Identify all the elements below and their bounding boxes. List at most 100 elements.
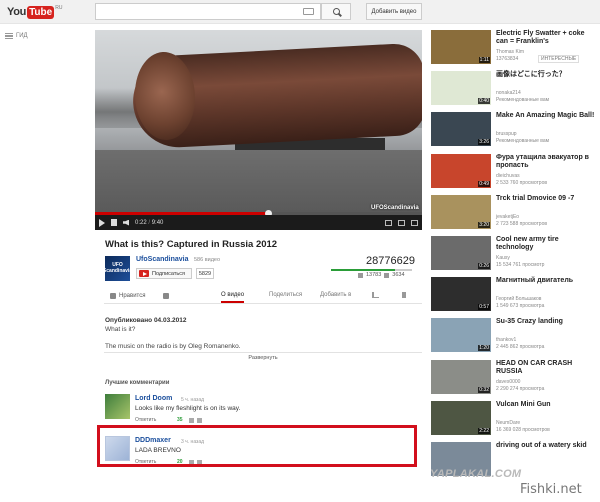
like-button[interactable]: Нравится [110,292,145,299]
related-video-meta: Рекомендованные вам [496,97,550,104]
channel-name[interactable]: UfoScandinavia [136,256,189,263]
play-icon[interactable] [99,218,105,227]
related-video-thumbnail[interactable]: 0:49 [431,153,491,188]
tab-add-to[interactable]: Добавить в [320,292,351,298]
fishki-watermark: Fishki.net [520,482,582,497]
time-display: 0:22 / 9:40 [135,220,163,226]
video-title: What is this? Captured in Russia 2012 [105,239,278,250]
related-video-item[interactable]: 3:20 Trck trial Dmovice 09 -7 jevaketjEo 2 … [431,194,596,235]
related-video-thumbnail[interactable]: 1:20 [431,318,491,353]
comment-time: 5 ч. назад [181,397,205,403]
related-video-thumbnail[interactable]: 1:11 [431,30,491,64]
flag-icon[interactable] [402,292,408,298]
player-controls: 0:22 / 9:40 [95,215,422,230]
related-video-item[interactable]: 0:57 Магнитный двигатель Георгий Большаков… [431,277,596,317]
comment-author[interactable]: Lord Doom [135,395,172,402]
related-video-thumbnail[interactable]: 3:26 [431,112,491,147]
related-video-channel: dieichuvas [496,172,520,179]
related-video-title[interactable]: Make An Amazing Magic Ball! [496,112,596,120]
next-icon[interactable] [111,219,117,226]
related-video-channel: Kausy [496,255,510,261]
channel-video-count[interactable]: 586 видео [194,257,220,263]
keyboard-icon[interactable] [303,8,314,15]
comment-avatar[interactable] [105,394,130,419]
related-video-meta: 2 290 274 просмотра [496,385,545,392]
upload-button[interactable]: Добавить видео [366,3,422,20]
related-video-duration: 1:20 [478,345,490,352]
related-video-thumbnail[interactable]: 0:26 [431,236,491,270]
fullscreen-icon[interactable] [411,219,418,226]
related-video-channel: Thomas Kim [496,49,525,55]
like-ratio-bar [331,269,412,271]
related-video-thumbnail[interactable]: 2:22 [431,400,491,435]
video-player[interactable]: UFOScandinavia 0:22 / 9:40 [95,30,422,230]
tab-about[interactable]: О видео [221,292,245,303]
logo-you-text: You [7,6,27,18]
search-icon [332,8,340,15]
related-video-title[interactable]: HEAD ON CAR CRASH RUSSIA [496,360,596,376]
related-video-title[interactable]: 画像はどこに行った？ [496,71,596,79]
comment-text: Looks like my fleshlight is on its way. [135,405,241,412]
player-right-controls [385,219,418,226]
related-video-thumbnail[interactable]: 3:20 [431,194,491,229]
search-input[interactable] [95,3,321,20]
related-video-duration: 0:40 [478,98,490,105]
related-video-title[interactable]: Electric Fly Swatter + coke can = Frankl… [496,30,596,46]
related-video-meta: 16 369 028 просмотров [496,426,550,433]
related-video-meta: 13763834 [496,56,519,62]
related-video-item[interactable]: 1:11 Electric Fly Swatter + coke can = Fr… [431,30,596,70]
related-video-item[interactable]: 0:49 Фура утащила эвакуатор в пропасть die… [431,153,596,194]
settings-icon[interactable] [385,219,392,226]
related-video-meta: 15 534 761 просмотр [496,262,545,268]
likes-row: 13783 3634 [358,272,405,278]
reply-link[interactable]: Ответить [135,417,156,423]
video-watermark: UFOScandinavia [371,205,419,211]
vote-count: 35 [177,417,183,423]
logo-region: RU [55,5,63,11]
like-mini-icon [358,272,363,278]
dislike-mini-icon [384,272,390,278]
subscribe-button[interactable]: Подписаться [136,268,192,279]
related-video-title[interactable]: Trck trial Dmovice 09 -7 [496,195,596,203]
related-video-thumbnail[interactable]: 0:32 [431,359,491,394]
related-video-item[interactable]: 0:26 Cool new army tire technology Kausy 15… [431,236,596,276]
related-video-channel: NeumDare [496,419,521,426]
related-video-duration: 1:11 [478,57,490,63]
related-video-meta: 1 549 673 просмотра [496,303,545,310]
tab-share[interactable]: Поделиться [269,292,302,298]
expand-description-button[interactable]: Развернуть [104,352,422,363]
youtube-logo[interactable]: You Tube RU [7,5,62,19]
channel-logo-text: UFO Scandinavia [102,262,133,274]
related-video-title[interactable]: Фура утащила эвакуатор в пропасть [496,154,596,170]
related-video-item[interactable]: 3:26 Make An Amazing Magic Ball! brusspup Р… [431,112,596,152]
related-video-thumbnail[interactable]: 0:57 [431,277,491,312]
related-video-title[interactable]: Cool new army tire technology [496,236,596,252]
related-video-thumbnail[interactable]: 0:40 [431,71,491,106]
related-video-duration: 2:22 [478,427,490,434]
related-video-title[interactable]: driving out of a watery skid [496,442,596,450]
related-video-title[interactable]: Vulcan Mini Gun [496,401,596,409]
related-video-title[interactable]: Магнитный двигатель [496,277,596,285]
video-frame[interactable]: UFOScandinavia [95,30,422,212]
related-video-item[interactable]: 2:22 Vulcan Mini Gun NeumDare 16 369 028 пр… [431,400,596,441]
related-video-channel: thankov1 [496,337,517,344]
thumb-down-icon[interactable] [163,292,170,299]
theater-icon[interactable] [398,219,405,226]
related-video-item[interactable]: 0:40 画像はどこに行った？ nonaka214 Рекомендованные в… [431,71,596,111]
duration: 9:40 [151,219,164,226]
channel-avatar[interactable]: UFO Scandinavia [102,256,133,281]
subscriber-count: 5829 [196,268,214,279]
guide-button[interactable]: ГИД [5,33,28,39]
yaplakal-watermark: YAPLAKAL.COM [430,468,522,480]
related-video-meta: Рекомендованные вам [496,138,550,145]
search-button[interactable] [321,3,351,20]
related-video-title[interactable]: Su-35 Crazy landing [496,318,596,326]
related-video-item[interactable]: 0:32 HEAD ON CAR CRASH RUSSIA daves0000 2 2… [431,359,596,400]
volume-icon[interactable] [123,219,129,226]
upvote-icon[interactable] [189,418,194,423]
downvote-icon[interactable] [197,418,202,423]
related-video-item[interactable]: 1:20 Su-35 Crazy landing thankov1 2 445 862… [431,318,596,358]
current-time: 0:22 [135,219,147,226]
related-video-duration: 0:57 [478,304,490,311]
stats-icon[interactable] [372,292,379,298]
